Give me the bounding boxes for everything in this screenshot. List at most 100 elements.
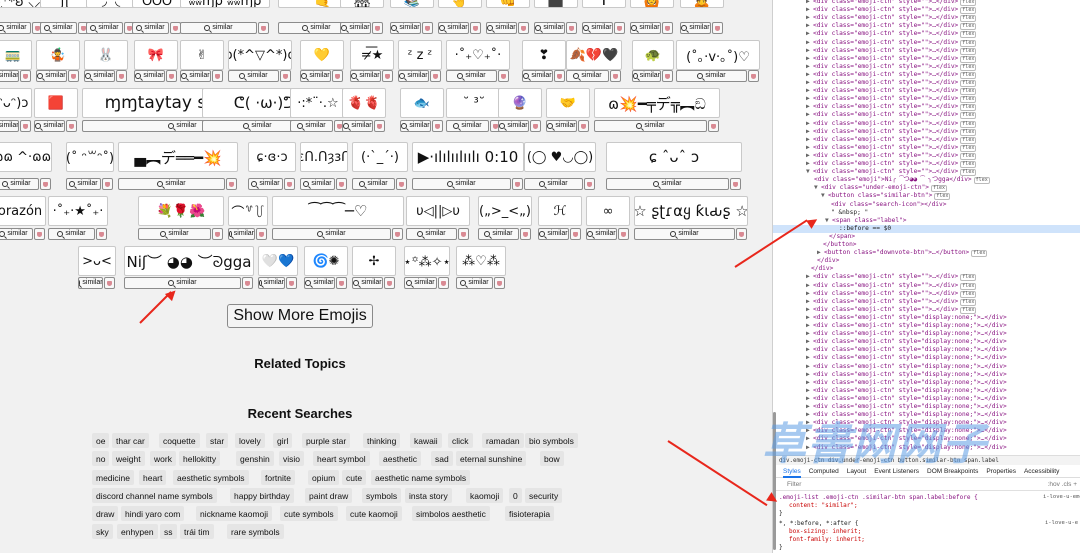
similar-button[interactable]: similar bbox=[522, 70, 553, 82]
similar-button[interactable]: similar bbox=[398, 70, 429, 82]
emoji-card[interactable]: ɕ ˆᴗˆ ɔ bbox=[606, 142, 742, 172]
search-chip[interactable]: kawaii bbox=[410, 433, 442, 448]
dom-node-emoji-ctn[interactable]: ▶ <div class="emoji-ctn" style="">…</div>… bbox=[773, 160, 1080, 168]
dom-node-emoji-ctn[interactable]: ▶ <div class="emoji-ctn" style="">…</div>… bbox=[773, 290, 1080, 298]
similar-button[interactable]: similar bbox=[180, 70, 211, 82]
search-chip[interactable]: hellokitty bbox=[179, 451, 221, 466]
emoji-card[interactable]: ✌ bbox=[180, 40, 224, 70]
dom-node-emoji-ctn[interactable]: ▶ <div class="emoji-ctn" style="">…</div>… bbox=[773, 136, 1080, 144]
emoji-card[interactable]: ⁂♡⁂ bbox=[456, 246, 506, 276]
search-chip[interactable]: symbols bbox=[362, 488, 402, 503]
similar-button[interactable]: similar bbox=[456, 277, 493, 289]
downvote-button[interactable] bbox=[396, 178, 407, 190]
search-chip[interactable]: cute bbox=[342, 470, 367, 485]
emoji-card[interactable]: ɕ·ɞ·ɔ bbox=[248, 142, 296, 172]
downvote-button[interactable] bbox=[66, 120, 77, 132]
downvote-button[interactable] bbox=[518, 22, 529, 34]
similar-button[interactable]: similar bbox=[228, 70, 279, 82]
emoji-card[interactable]: ⋆꙳⁂✧⋆ bbox=[404, 246, 450, 276]
emoji-card[interactable]: ▄︻デ══━💥 bbox=[118, 142, 238, 172]
search-chip[interactable]: rare symbols bbox=[227, 524, 284, 539]
similar-button[interactable]: similar bbox=[66, 178, 101, 190]
downvote-button[interactable] bbox=[332, 70, 343, 82]
similar-button[interactable]: similar bbox=[0, 178, 39, 190]
emoji-card[interactable]: ·˚₊♡₊˚· bbox=[446, 40, 510, 70]
downvote-button[interactable] bbox=[40, 178, 51, 190]
emoji-card[interactable]: 🚃 bbox=[0, 40, 32, 70]
search-chip[interactable]: cute symbols bbox=[280, 506, 338, 521]
similar-button[interactable]: similar bbox=[132, 22, 169, 34]
emoji-card[interactable]: ɷ💥━╤デ╦︻ඞ bbox=[594, 88, 720, 118]
emoji-card[interactable]: 👊 bbox=[486, 0, 530, 8]
similar-button[interactable]: similar bbox=[498, 120, 529, 132]
dom-node-before-selected[interactable]: ::before == $0 bbox=[773, 224, 1080, 233]
similar-button[interactable]: similar bbox=[34, 120, 65, 132]
tab-properties[interactable]: Properties bbox=[986, 468, 1016, 475]
similar-button[interactable]: similar bbox=[272, 228, 391, 240]
search-chip[interactable]: thar car bbox=[112, 433, 149, 448]
similar-button[interactable]: similar bbox=[304, 277, 335, 289]
dom-node-emoji-ctn[interactable]: ▶ <div class="emoji-ctn" style="">…</div>… bbox=[773, 152, 1080, 160]
dom-node-emoji-ctn[interactable]: ▶ <div class="emoji-ctn" style="">…</div>… bbox=[773, 14, 1080, 23]
similar-button[interactable]: similar bbox=[586, 228, 617, 240]
emoji-card[interactable]: 🫀🫀 bbox=[342, 88, 386, 118]
emoji-card[interactable]: (·`_´·) bbox=[352, 142, 408, 172]
similar-button[interactable]: similar bbox=[342, 120, 373, 132]
search-chip[interactable]: fortnite bbox=[261, 470, 295, 485]
emoji-card[interactable]: 🍂💔🖤 bbox=[566, 40, 622, 70]
emoji-card[interactable]: ∞ bbox=[586, 196, 630, 226]
search-chip[interactable]: work bbox=[150, 451, 176, 466]
similar-button[interactable]: similar bbox=[582, 22, 613, 34]
emoji-card[interactable]: 🎀 bbox=[134, 40, 178, 70]
similar-button[interactable]: similar bbox=[538, 228, 569, 240]
search-chip[interactable]: heart symbol bbox=[313, 451, 370, 466]
similar-button[interactable]: similar bbox=[84, 70, 115, 82]
similar-button[interactable]: similar bbox=[124, 277, 241, 289]
dom-node-close[interactable]: </button> bbox=[773, 241, 1080, 249]
dom-node-emoji-ctn[interactable]: ▶ <div class="emoji-ctn" style="">…</div>… bbox=[773, 39, 1080, 47]
emoji-card[interactable]: ⁀⁀⁀─♡ bbox=[272, 196, 404, 226]
search-chip[interactable]: thinking bbox=[363, 433, 401, 448]
similar-button[interactable]: similar bbox=[228, 228, 255, 240]
search-chip[interactable]: nickname kaomoji bbox=[196, 506, 273, 521]
emoji-card[interactable]: ℋ bbox=[538, 196, 582, 226]
downvote-button[interactable] bbox=[392, 228, 403, 240]
emoji-card[interactable]: 🌀✺ bbox=[304, 246, 348, 276]
similar-button[interactable]: similar bbox=[352, 178, 395, 190]
similar-button[interactable]: similar bbox=[134, 70, 165, 82]
downvote-button[interactable] bbox=[336, 277, 347, 289]
emoji-card[interactable]: („>_<„) bbox=[478, 196, 532, 226]
dom-node-similar-btn[interactable]: ▼ <button class="similar-btn"> flex bbox=[773, 192, 1080, 201]
dom-node-emoji-ctn-hidden[interactable]: ▶ <div class="emoji-ctn" style="display:n… bbox=[773, 346, 1080, 354]
downvote-button[interactable] bbox=[498, 70, 509, 82]
similar-button[interactable]: similar bbox=[446, 120, 489, 132]
search-chip[interactable]: 0 bbox=[509, 488, 522, 503]
search-chip[interactable]: draw bbox=[92, 506, 119, 521]
emoji-card[interactable]: 🐟 bbox=[400, 88, 444, 118]
dom-node-emoji-ctn[interactable]: ▶ <div class="emoji-ctn" style="">…</div>… bbox=[773, 30, 1080, 39]
search-chip[interactable]: cute kaomoji bbox=[346, 506, 402, 521]
similar-button[interactable]: similar bbox=[36, 70, 67, 82]
search-chip[interactable]: kaomoji bbox=[466, 488, 504, 503]
similar-button[interactable]: similar bbox=[0, 22, 31, 34]
search-chip[interactable]: visio bbox=[279, 451, 305, 466]
dom-node-close[interactable]: </div> bbox=[773, 257, 1080, 265]
emoji-card[interactable]: 🟥 bbox=[34, 88, 78, 118]
search-chip[interactable]: no bbox=[92, 451, 110, 466]
emoji-card[interactable]: 🤍💙 bbox=[258, 246, 298, 276]
downvote-button[interactable] bbox=[512, 178, 523, 190]
search-chip[interactable]: discord channel name symbols bbox=[92, 488, 217, 503]
dom-node-emoji-ctn-hidden[interactable]: ▶ <div class="emoji-ctn" style="display:n… bbox=[773, 395, 1080, 403]
similar-button[interactable]: similar bbox=[300, 70, 331, 82]
downvote-button[interactable] bbox=[432, 120, 443, 132]
emoji-card[interactable]: ℧℧℧ bbox=[132, 0, 182, 8]
search-chip[interactable]: ss bbox=[160, 524, 177, 539]
search-chip[interactable]: paint draw bbox=[305, 488, 353, 503]
emoji-card[interactable]: ˘ ³˘ bbox=[446, 88, 502, 118]
search-chip[interactable]: girl bbox=[273, 433, 293, 448]
downvote-button[interactable] bbox=[712, 22, 723, 34]
emoji-card[interactable]: 🔮 bbox=[498, 88, 542, 118]
similar-button[interactable]: similar bbox=[412, 178, 511, 190]
similar-button[interactable]: similar bbox=[340, 22, 371, 34]
downvote-button[interactable] bbox=[34, 228, 45, 240]
